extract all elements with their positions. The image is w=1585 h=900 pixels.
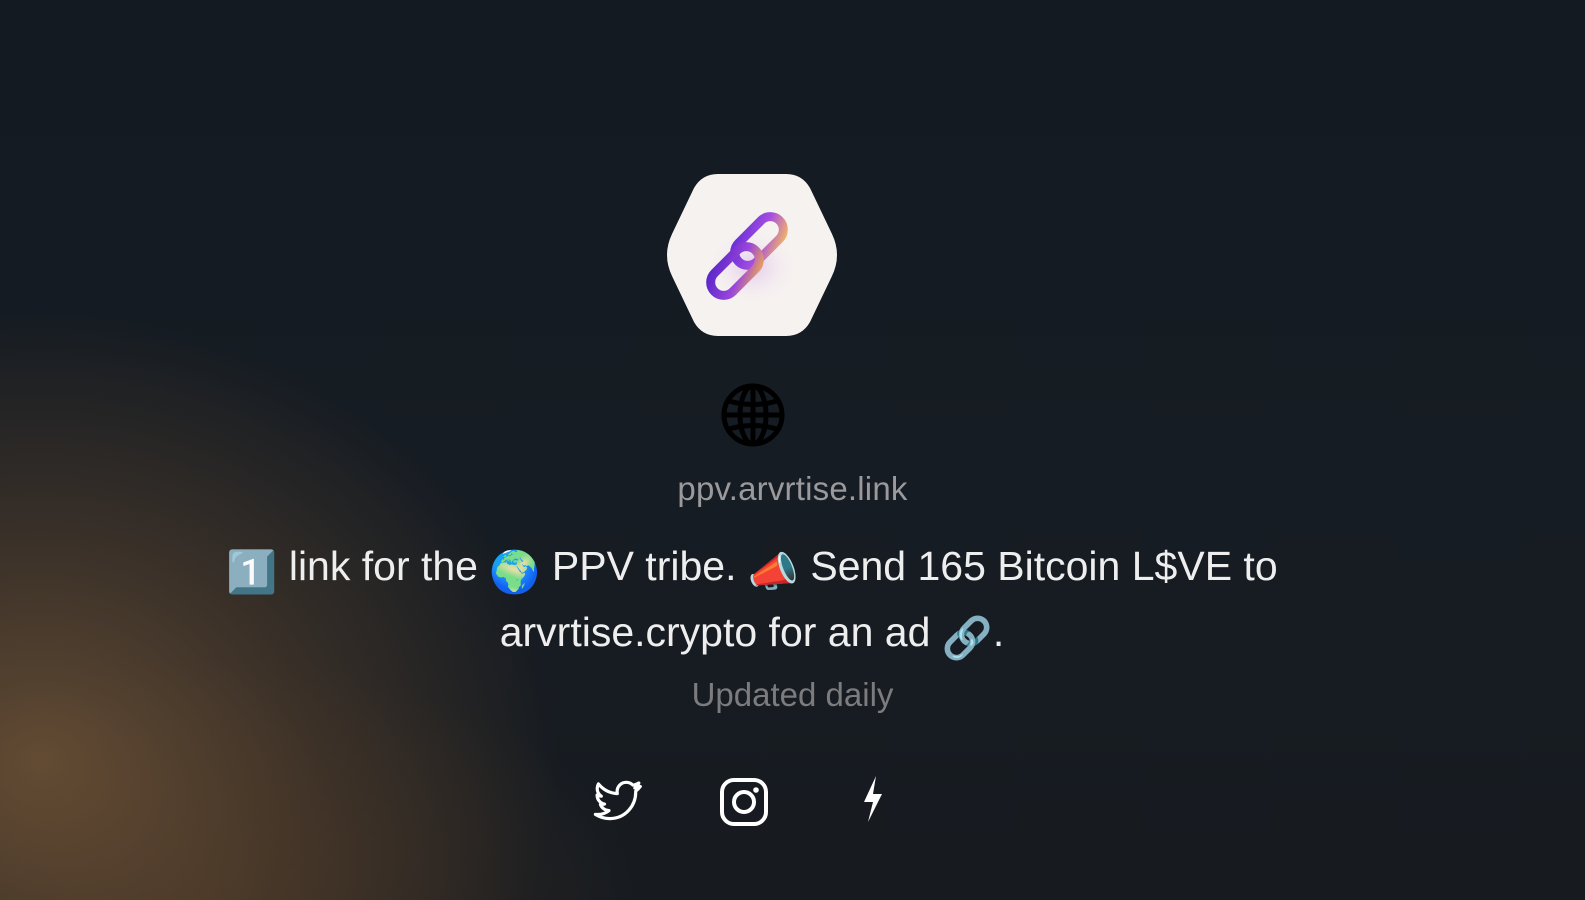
profile-subtitle: Updated daily — [691, 676, 894, 713]
profile-bio: 1️⃣ link for the 🌍 PPV tribe. 📣 Send 165… — [192, 536, 1312, 668]
profile-domain[interactable]: ppv.arvrtise.link — [0, 470, 1585, 508]
twitter-icon — [593, 780, 642, 821]
lightning-link[interactable] — [846, 776, 898, 828]
lightning-icon — [864, 776, 882, 822]
bio-text-1: link for the — [288, 543, 478, 589]
bio-text-3: Send 165 Bitcoin L$VE to — [810, 543, 1278, 589]
bio-text-4: arvrtise.crypto for an ad — [499, 609, 931, 655]
globe-emoji: 🌍 — [489, 549, 541, 595]
instagram-link[interactable] — [718, 776, 770, 828]
bio-text-2: PPV tribe. — [551, 543, 737, 589]
megaphone-emoji: 📣 — [747, 549, 799, 595]
link-emoji: 🔗 — [941, 615, 993, 661]
twitter-link[interactable] — [592, 776, 644, 828]
link-chain-icon — [706, 212, 798, 303]
instagram-icon — [720, 778, 768, 826]
profile-avatar — [666, 170, 838, 340]
bio-text-5: . — [992, 609, 1005, 655]
number-one-emoji: 1️⃣ — [226, 549, 278, 595]
profile-page: ppv.arvrtise.link 1️⃣ link for the 🌍 PPV… — [0, 0, 1585, 900]
social-links — [0, 776, 1585, 828]
globe-icon[interactable] — [720, 382, 786, 448]
